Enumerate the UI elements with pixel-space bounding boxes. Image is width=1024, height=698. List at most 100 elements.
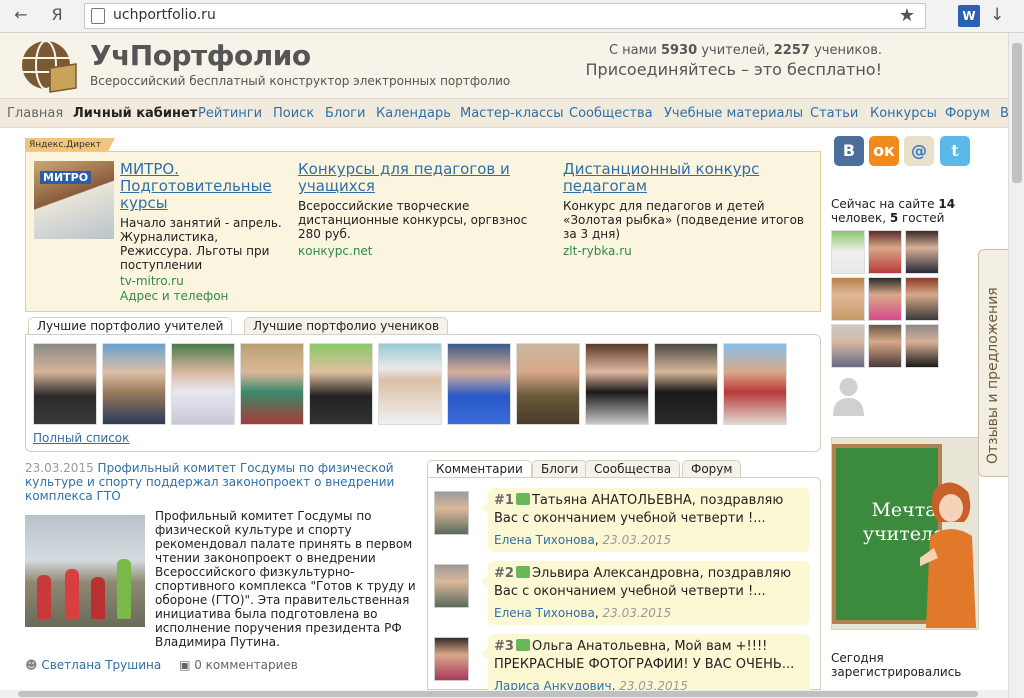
- tab-blogs[interactable]: Блоги: [532, 460, 588, 478]
- tab-best-students[interactable]: Лучшие портфолио учеников: [244, 317, 449, 335]
- online-user-avatar[interactable]: [905, 230, 939, 274]
- guest-avatar-icon: [833, 378, 864, 416]
- download-icon[interactable]: ↓: [990, 5, 1004, 25]
- comment-item: #1 Татьяна АНАТОЛЬЕВНА, поздравляю Вас с …: [434, 488, 814, 555]
- portfolio-photo[interactable]: [378, 343, 442, 425]
- comment-bubble: #2 Эльвира Александровна, поздравляю Вас …: [480, 561, 810, 625]
- ad-link-1[interactable]: tv-mitro.ru: [120, 274, 184, 288]
- portfolio-photo[interactable]: [309, 343, 373, 425]
- portfolio-photo[interactable]: [33, 343, 97, 425]
- word-extension-icon[interactable]: W: [958, 5, 980, 27]
- reply-icon: [515, 566, 530, 578]
- feedback-tab[interactable]: Отзывы и предложения: [978, 249, 1008, 477]
- ad-contact-1[interactable]: Адрес и телефон: [120, 289, 228, 303]
- tab-communities[interactable]: Сообщества: [585, 460, 681, 478]
- portfolio-photo[interactable]: [723, 343, 787, 425]
- page-icon: [91, 8, 105, 24]
- avatar[interactable]: [434, 491, 469, 535]
- nav-more[interactable]: В: [1000, 106, 1008, 121]
- comment-item: #3 Ольга Анатольевна, Мой вам +!!!! ПРЕКР…: [434, 634, 814, 690]
- nav-cabinet[interactable]: Личный кабинет: [73, 106, 197, 121]
- scroll-thumb[interactable]: [1012, 43, 1022, 183]
- logo-icon[interactable]: [20, 38, 78, 94]
- nav-home[interactable]: Главная: [7, 106, 63, 121]
- news-author[interactable]: Светлана Трушина: [41, 658, 161, 672]
- yandex-icon[interactable]: Я: [46, 5, 68, 25]
- scroll-thumb[interactable]: [18, 691, 978, 697]
- nav-forum[interactable]: Форум: [945, 106, 990, 121]
- comment-author[interactable]: Елена Тихонова: [494, 533, 595, 547]
- comment-date: 23.03.2015: [619, 679, 688, 690]
- odnoklassniki-icon[interactable]: ок: [869, 136, 899, 166]
- avatar[interactable]: [434, 564, 469, 608]
- portfolio-photo[interactable]: [447, 343, 511, 425]
- ad-title-1[interactable]: МИТРО. Подготовительные курсы: [120, 161, 290, 212]
- ad-thumbnail[interactable]: МИТРО: [34, 161, 114, 239]
- nav-search[interactable]: Поиск: [273, 106, 314, 121]
- online-user-avatar[interactable]: [831, 324, 865, 368]
- portfolio-photo[interactable]: [171, 343, 235, 425]
- full-list-link[interactable]: Полный список: [33, 431, 129, 445]
- portfolio-photo[interactable]: [585, 343, 649, 425]
- join-link[interactable]: Присоединяйтесь – это бесплатно!: [520, 60, 882, 79]
- comment-text[interactable]: Татьяна АНАТОЛЬЕВНА, поздравляю Вас с ок…: [494, 493, 783, 526]
- twitter-icon[interactable]: t: [940, 136, 970, 166]
- portfolio-photo[interactable]: [240, 343, 304, 425]
- online-user-avatar[interactable]: [905, 277, 939, 321]
- ad-link-3[interactable]: zlt-rybka.ru: [563, 244, 632, 258]
- ad-title-3[interactable]: Дистанционный конкурс педагогам: [563, 161, 803, 195]
- online-user-avatar[interactable]: [868, 230, 902, 274]
- comment-author[interactable]: Елена Тихонова: [494, 606, 595, 620]
- online-user-avatar[interactable]: [868, 277, 902, 321]
- address-bar[interactable]: uchportfolio.ru ★: [84, 3, 926, 29]
- comment-bubble: #3 Ольга Анатольевна, Мой вам +!!!! ПРЕКР…: [480, 634, 810, 690]
- ad-label[interactable]: Яндекс.Директ: [25, 138, 115, 152]
- vertical-scrollbar[interactable]: [1008, 33, 1024, 698]
- news-photo[interactable]: [25, 515, 145, 627]
- portfolio-gallery: Полный список: [25, 334, 821, 452]
- back-icon[interactable]: ←: [10, 5, 32, 25]
- online-user-avatar[interactable]: [831, 230, 865, 274]
- nav-materials[interactable]: Учебные материалы: [664, 106, 803, 121]
- star-icon[interactable]: ★: [899, 5, 915, 26]
- url-text[interactable]: uchportfolio.ru: [113, 7, 216, 23]
- portfolio-photo[interactable]: [654, 343, 718, 425]
- comment-author[interactable]: Лариса Анкудович: [494, 679, 612, 690]
- site-brand[interactable]: УчПортфолио: [90, 39, 311, 72]
- online-user-avatar[interactable]: [905, 324, 939, 368]
- main-nav: Главная Личный кабинет Рейтинги Поиск Бл…: [0, 98, 1008, 128]
- nav-contests[interactable]: Конкурсы: [870, 106, 937, 121]
- online-user-avatar[interactable]: [868, 324, 902, 368]
- site-stats: С нами 5930 учителей, 2257 учеников.: [608, 43, 882, 58]
- vk-icon[interactable]: В: [834, 136, 864, 166]
- nav-ratings[interactable]: Рейтинги: [198, 106, 262, 121]
- news-heading: 23.03.2015 Профильный комитет Госдумы по…: [25, 461, 420, 503]
- nav-calendar[interactable]: Календарь: [376, 106, 451, 121]
- reply-icon: [515, 493, 530, 505]
- portfolio-photo[interactable]: [102, 343, 166, 425]
- comment-item: #2 Эльвира Александровна, поздравляю Вас …: [434, 561, 814, 628]
- tab-comments[interactable]: Комментарии: [427, 460, 532, 478]
- mail-ru-icon[interactable]: @: [904, 136, 934, 166]
- news-comments-count[interactable]: ▣ 0 комментариев: [179, 658, 298, 672]
- reply-icon: [515, 639, 530, 651]
- nav-blogs[interactable]: Блоги: [325, 106, 365, 121]
- tab-best-teachers[interactable]: Лучшие портфолио учителей: [28, 317, 233, 335]
- comment-icon: ▣: [179, 658, 191, 672]
- horizontal-scrollbar[interactable]: [0, 690, 1008, 698]
- comment-text[interactable]: Эльвира Александровна, поздравляю Вас с …: [494, 566, 791, 599]
- ad-title-2[interactable]: Конкурсы для педагогов и учащихся: [298, 161, 538, 195]
- online-user-avatar[interactable]: [831, 277, 865, 321]
- students-count: 2257: [773, 43, 810, 58]
- ad-body-1: Начало занятий - апрель. Журналистика, Р…: [120, 216, 282, 272]
- avatar[interactable]: [434, 637, 469, 681]
- nav-masterclasses[interactable]: Мастер-классы: [460, 106, 564, 121]
- ad-link-2[interactable]: конкурс.net: [298, 244, 373, 258]
- site-tagline: Всероссийский бесплатный конструктор эле…: [90, 74, 511, 88]
- teacher-dream-banner[interactable]: Мечта учителя: [831, 437, 979, 630]
- nav-communities[interactable]: Сообщества: [569, 106, 653, 121]
- nav-articles[interactable]: Статьи: [810, 106, 858, 121]
- comment-text[interactable]: Ольга Анатольевна, Мой вам +!!!! ПРЕКРАС…: [494, 639, 794, 672]
- tab-forum[interactable]: Форум: [682, 460, 742, 478]
- portfolio-photo[interactable]: [516, 343, 580, 425]
